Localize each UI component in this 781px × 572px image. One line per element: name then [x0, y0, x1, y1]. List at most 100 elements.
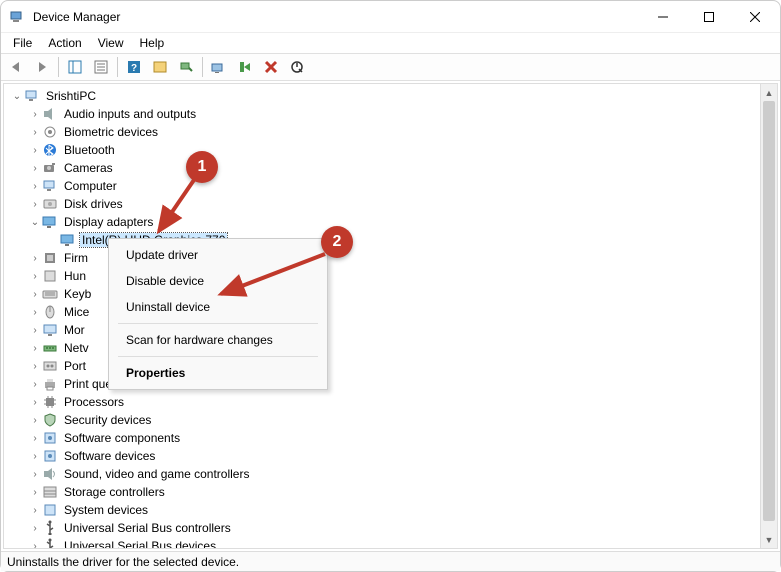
expand-icon[interactable]: ›: [28, 505, 42, 516]
properties-button[interactable]: [89, 55, 113, 79]
expand-icon[interactable]: ›: [28, 469, 42, 480]
tree-item-audio-inputs-and-outputs[interactable]: › Audio inputs and outputs: [4, 105, 777, 123]
disk-icon: [42, 196, 58, 212]
software-icon: [42, 448, 58, 464]
uninstall-device-button[interactable]: [259, 55, 283, 79]
expand-icon[interactable]: ›: [28, 145, 42, 156]
scroll-thumb[interactable]: [763, 101, 775, 521]
update-driver-button[interactable]: [207, 55, 231, 79]
expand-icon[interactable]: ›: [28, 379, 42, 390]
expand-icon[interactable]: ›: [28, 307, 42, 318]
expand-icon[interactable]: ›: [28, 397, 42, 408]
ctx-scan-hardware[interactable]: Scan for hardware changes: [112, 327, 324, 353]
tree-item-bluetooth[interactable]: › Bluetooth: [4, 141, 777, 159]
statusbar: Uninstalls the driver for the selected d…: [1, 551, 780, 571]
tree-item-label: Audio inputs and outputs: [62, 107, 198, 121]
ctx-separator: [118, 356, 318, 357]
tree-item-label: Hun: [62, 269, 88, 283]
tree-item-display-adapters[interactable]: ⌄Display adapters: [4, 213, 777, 231]
expand-icon[interactable]: ›: [28, 415, 42, 426]
menu-view[interactable]: View: [90, 34, 132, 52]
storage-icon: [42, 484, 58, 500]
help-button[interactable]: ?: [122, 55, 146, 79]
audio-icon: [42, 106, 58, 122]
tree-item-label: Software components: [62, 431, 182, 445]
toolbar-separator: [202, 57, 203, 77]
close-button[interactable]: [732, 2, 778, 32]
scroll-up-icon[interactable]: ▲: [761, 84, 777, 101]
tree-item-storage-controllers[interactable]: ›Storage controllers: [4, 483, 777, 501]
show-hide-console-button[interactable]: [63, 55, 87, 79]
forward-button[interactable]: [30, 55, 54, 79]
tree-item-security-devices[interactable]: › Security devices: [4, 411, 777, 429]
menu-file[interactable]: File: [5, 34, 40, 52]
expand-icon[interactable]: ›: [28, 361, 42, 372]
camera-icon: [42, 160, 58, 176]
display-icon: [42, 214, 58, 230]
disable-device-button[interactable]: [285, 55, 309, 79]
expand-icon[interactable]: ›: [28, 127, 42, 138]
tree-item-computer[interactable]: ›Computer: [4, 177, 777, 195]
expand-icon[interactable]: ›: [28, 271, 42, 282]
tree-item-disk-drives[interactable]: › Disk drives: [4, 195, 777, 213]
scan-hardware-button[interactable]: [174, 55, 198, 79]
menu-action[interactable]: Action: [40, 34, 89, 52]
expand-icon[interactable]: ›: [28, 199, 42, 210]
expand-icon[interactable]: ›: [28, 109, 42, 120]
minimize-button[interactable]: [640, 2, 686, 32]
collapse-icon[interactable]: ⌄: [10, 91, 24, 102]
tree-item-label: Processors: [62, 395, 126, 409]
tree-item-label: Mor: [62, 323, 87, 337]
expand-icon[interactable]: ›: [28, 325, 42, 336]
tree-item-label: Keyb: [62, 287, 93, 301]
maximize-button[interactable]: [686, 2, 732, 32]
back-button[interactable]: [4, 55, 28, 79]
tree-item-processors[interactable]: › Processors: [4, 393, 777, 411]
expand-icon[interactable]: ›: [28, 523, 42, 534]
display-icon: [60, 232, 76, 248]
menu-help[interactable]: Help: [132, 34, 173, 52]
tree-item-software-components[interactable]: › Software components: [4, 429, 777, 447]
expand-icon[interactable]: ›: [28, 433, 42, 444]
expand-icon[interactable]: ›: [28, 181, 42, 192]
expand-icon[interactable]: ›: [28, 343, 42, 354]
tree-item-cameras[interactable]: ›Cameras: [4, 159, 777, 177]
tree-item-universal-serial-bus-con[interactable]: › Universal Serial Bus controllers: [4, 519, 777, 537]
tree-item-label: Bluetooth: [62, 143, 117, 157]
expand-icon[interactable]: ›: [28, 541, 42, 549]
tree-item-sound-video-and-game-con[interactable]: ›Sound, video and game controllers: [4, 465, 777, 483]
monitor-icon: [42, 322, 58, 338]
software-icon: [42, 430, 58, 446]
tree-item-biometric-devices[interactable]: ›Biometric devices: [4, 123, 777, 141]
ctx-disable-device[interactable]: Disable device: [112, 268, 324, 294]
enable-device-button[interactable]: [233, 55, 257, 79]
firmware-icon: [42, 250, 58, 266]
tree-item-root[interactable]: ⌄SrishtiPC: [4, 87, 777, 105]
ctx-uninstall-device[interactable]: Uninstall device: [112, 294, 324, 320]
context-menu: Update driver Disable device Uninstall d…: [108, 238, 328, 390]
expand-icon[interactable]: ›: [28, 163, 42, 174]
tree-item-universal-serial-bus-dev[interactable]: › Universal Serial Bus devices: [4, 537, 777, 548]
network-icon: [42, 340, 58, 356]
tree-item-label: Security devices: [62, 413, 153, 427]
expand-icon[interactable]: ›: [28, 253, 42, 264]
tree-item-label: Port: [62, 359, 88, 373]
vertical-scrollbar[interactable]: ▲ ▼: [760, 84, 777, 548]
sound-icon: [42, 466, 58, 482]
collapse-icon[interactable]: ⌄: [28, 217, 42, 228]
tree-item-software-devices[interactable]: ›Software devices: [4, 447, 777, 465]
tree-item-label: Disk drives: [62, 197, 125, 211]
tree-item-system-devices[interactable]: ›System devices: [4, 501, 777, 519]
expand-icon[interactable]: ›: [28, 451, 42, 462]
printer-icon: [42, 376, 58, 392]
action-button[interactable]: [148, 55, 172, 79]
system-icon: [42, 502, 58, 518]
expand-icon[interactable]: ›: [28, 487, 42, 498]
usb-icon: [42, 538, 58, 548]
expand-icon[interactable]: ›: [28, 289, 42, 300]
ctx-properties[interactable]: Properties: [112, 360, 324, 386]
scroll-down-icon[interactable]: ▼: [761, 531, 777, 548]
ctx-update-driver[interactable]: Update driver: [112, 242, 324, 268]
tree-item-label: Universal Serial Bus controllers: [62, 521, 233, 535]
tree-item-label: Universal Serial Bus devices: [62, 539, 218, 548]
